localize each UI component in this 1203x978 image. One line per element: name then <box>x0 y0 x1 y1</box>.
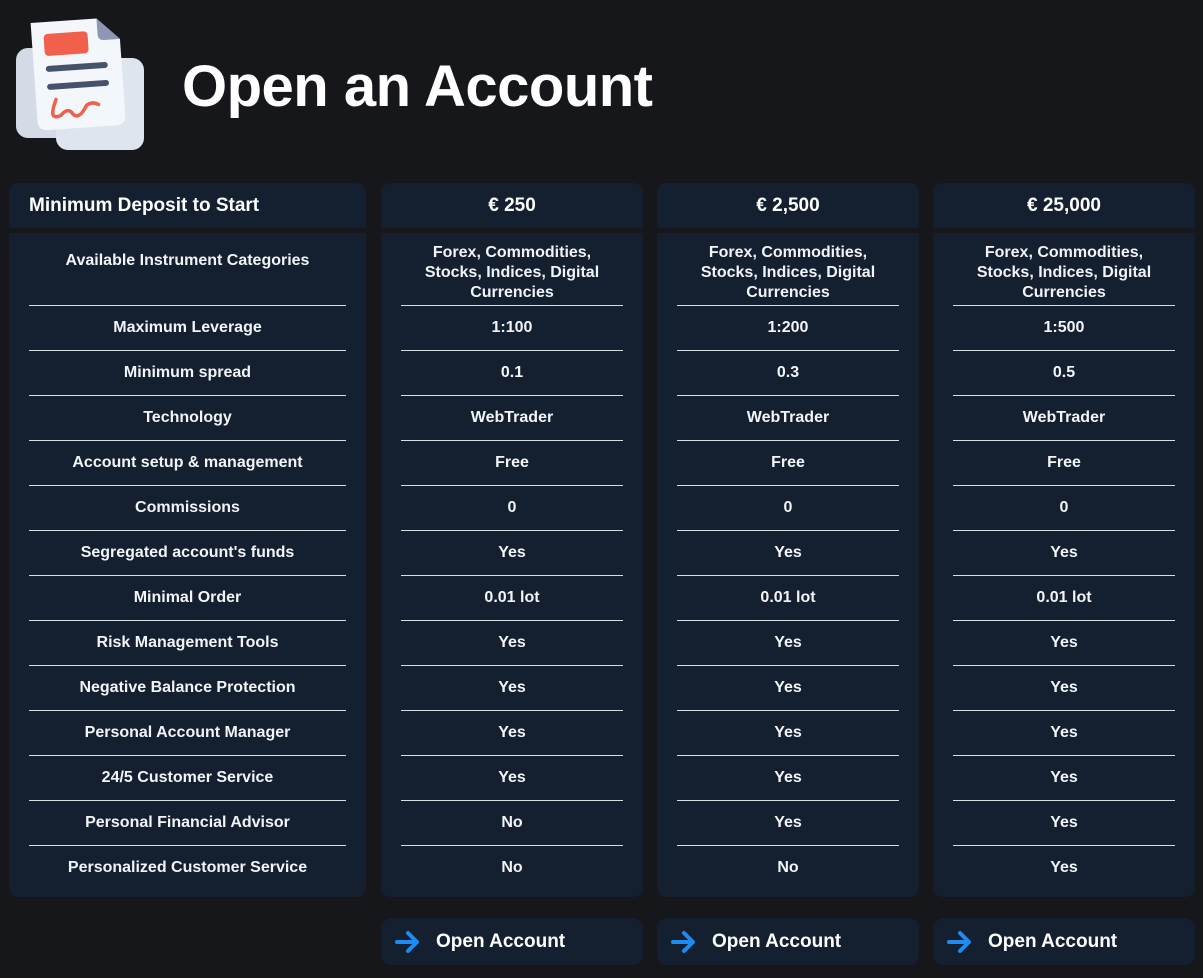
feature-labels-column: Available Instrument Categories Maximum L… <box>9 233 366 897</box>
plan-feature-value: Yes <box>1050 859 1078 876</box>
plan-feature-value: 1:200 <box>767 319 809 336</box>
plan-feature-value: Yes <box>1050 769 1078 786</box>
plan-feature-value: Yes <box>498 724 526 741</box>
open-account-button-25000[interactable]: Open Account <box>933 918 1195 965</box>
plan-feature-value: Forex, Commodities, Stocks, Indices, Dig… <box>700 244 876 301</box>
page-header: Open an Account <box>0 0 1203 170</box>
plan-feature-value: Free <box>495 454 529 471</box>
plan-feature-value: WebTrader <box>1022 409 1106 426</box>
arrow-right-icon <box>671 930 695 953</box>
plan-feature-value: Yes <box>1050 814 1078 831</box>
plan-column-250: Forex, Commodities, Stocks, Indices, Dig… <box>381 233 643 897</box>
plan-feature-value: Yes <box>498 769 526 786</box>
arrow-right-icon <box>947 930 971 953</box>
feature-label: Minimum spread <box>123 364 252 381</box>
feature-label: Available Instrument Categories <box>65 252 310 269</box>
feature-label: Personalized Customer Service <box>67 859 308 876</box>
feature-label: Technology <box>143 409 232 426</box>
open-account-button-250[interactable]: Open Account <box>381 918 643 965</box>
plan-feature-value: WebTrader <box>746 409 830 426</box>
plan-column-2500: Forex, Commodities, Stocks, Indices, Dig… <box>657 233 919 897</box>
plan-feature-value: Yes <box>1050 634 1078 651</box>
plan-feature-value: Yes <box>498 634 526 651</box>
plan-feature-value: 0.1 <box>500 364 524 381</box>
plan-feature-value: 0.01 lot <box>1036 589 1092 606</box>
plan-feature-value: 1:100 <box>491 319 533 336</box>
feature-label: Account setup & management <box>72 454 303 471</box>
plan-feature-value: 0.5 <box>1052 364 1076 381</box>
plan-feature-value: WebTrader <box>470 409 554 426</box>
plan-feature-value: Free <box>1047 454 1081 471</box>
open-account-label: Open Account <box>988 930 1118 952</box>
plan-feature-value: 1:500 <box>1043 319 1085 336</box>
open-account-label: Open Account <box>436 930 566 952</box>
feature-label: Minimal Order <box>133 589 242 606</box>
plan-column-25000: Forex, Commodities, Stocks, Indices, Dig… <box>933 233 1195 897</box>
plan-feature-value: 0.01 lot <box>484 589 540 606</box>
plan-feature-value: 0 <box>507 499 517 516</box>
feature-label: Personal Account Manager <box>84 724 291 741</box>
plan-feature-value: 0.01 lot <box>760 589 816 606</box>
minimum-deposit-header: Minimum Deposit to Start <box>9 183 366 228</box>
plan-feature-value: Yes <box>1050 544 1078 561</box>
feature-label: Negative Balance Protection <box>79 679 296 696</box>
plan-feature-value: No <box>777 859 799 876</box>
plan-feature-value: Yes <box>498 679 526 696</box>
plan-feature-value: Yes <box>774 634 802 651</box>
plan-feature-value: 0 <box>1059 499 1069 516</box>
document-contract-icon <box>16 18 144 150</box>
plan-feature-value: Forex, Commodities, Stocks, Indices, Dig… <box>976 244 1152 301</box>
plan-feature-value: Yes <box>774 724 802 741</box>
plan-feature-value: 0 <box>783 499 793 516</box>
plan-deposit-25000: € 25,000 <box>933 183 1195 228</box>
arrow-right-icon <box>395 930 419 953</box>
feature-label: Risk Management Tools <box>96 634 279 651</box>
feature-label: Commissions <box>135 499 240 516</box>
plan-feature-value: Forex, Commodities, Stocks, Indices, Dig… <box>424 244 600 301</box>
plan-feature-value: Yes <box>1050 724 1078 741</box>
open-account-button-2500[interactable]: Open Account <box>657 918 919 965</box>
plan-feature-value: Free <box>771 454 805 471</box>
plan-deposit-250: € 250 <box>381 183 643 228</box>
plan-feature-value: 0.3 <box>776 364 800 381</box>
plan-feature-value: Yes <box>774 769 802 786</box>
plan-feature-value: Yes <box>498 544 526 561</box>
plan-feature-value: Yes <box>774 814 802 831</box>
plan-feature-value: Yes <box>1050 679 1078 696</box>
feature-label: Maximum Leverage <box>113 319 262 336</box>
plan-feature-value: Yes <box>774 544 802 561</box>
feature-label: Personal Financial Advisor <box>85 814 290 831</box>
plan-feature-value: No <box>501 814 523 831</box>
open-account-label: Open Account <box>712 930 842 952</box>
feature-label: 24/5 Customer Service <box>101 769 274 786</box>
plan-feature-value: Yes <box>774 679 802 696</box>
page-title: Open an Account <box>182 54 653 119</box>
feature-label: Segregated account's funds <box>80 544 295 561</box>
plan-feature-value: No <box>501 859 523 876</box>
plan-deposit-2500: € 2,500 <box>657 183 919 228</box>
